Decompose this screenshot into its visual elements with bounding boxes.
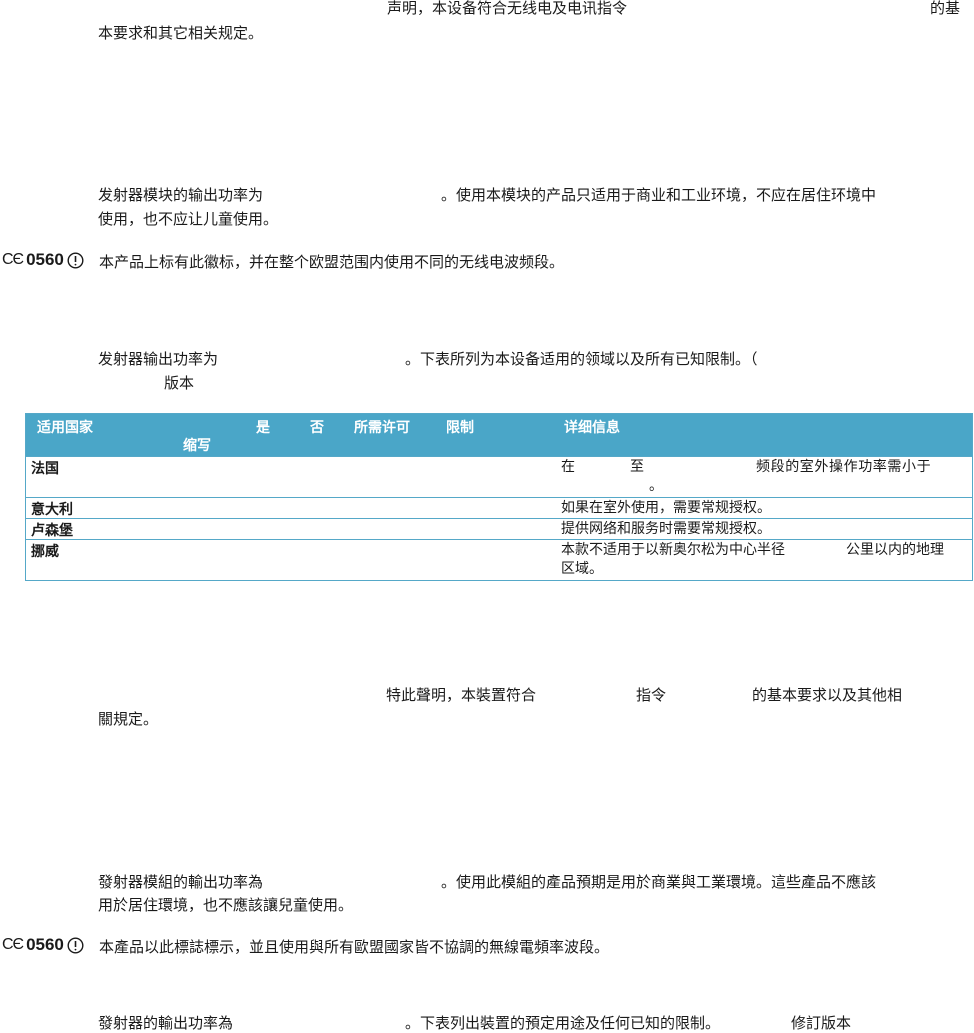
row-info: 在 至 频段的室外操作功率需小于 。 — [561, 458, 966, 496]
declaration-text-line2: 本要求和其它相关规定。 — [98, 24, 264, 42]
table-row: 挪威 本款不适用于以新奥尔松为中心半径 公里以内的地理 区域。 — [26, 539, 972, 580]
row-country: 挪威 — [31, 544, 59, 560]
power-text-cont: 。使用本模块的产品只适用于商业和工业环境，不应在居住环境中 — [441, 186, 877, 204]
table-intro-version: 修訂版本 — [791, 1014, 852, 1032]
ce-mark-icon: CЄ — [2, 251, 24, 268]
row-info: 提供网络和服务时需要常规授权。 — [561, 520, 966, 539]
row-country: 法国 — [31, 461, 59, 477]
header-abbr: 缩写 — [183, 438, 211, 454]
power-text-line2: 用於居住環境，也不應該讓兒童使用。 — [98, 896, 354, 914]
power-text-cont: 。使用此模組的產品預期是用於商業與工業環境。這些產品不應該 — [441, 873, 877, 891]
table-intro-cont: 。下表列出裝置的預定用途及任何已知的限制。 — [405, 1014, 721, 1032]
table-intro-cont: 。下表所列为本设备适用的领域以及所有已知限制。（ — [405, 350, 758, 368]
declaration-text: 声明，本设备符合无线电及电讯指令 — [387, 0, 628, 17]
row-country: 卢森堡 — [31, 523, 73, 539]
header-country: 适用国家 — [37, 420, 93, 436]
info-text: 如果在室外使用，需要常规授权。 — [561, 500, 771, 516]
ce-number: 0560 — [26, 935, 64, 954]
header-yes: 是 — [256, 420, 270, 436]
table-intro-line2: 版本 — [164, 374, 195, 392]
ce-description: 本产品上标有此徽标，并在整个欧盟范围内使用不同的无线电波频段。 — [99, 253, 565, 271]
restrictions-table: 适用国家 缩写 是 否 所需许可 限制 详细信息 法国 在 至 频段的室外操作功… — [25, 413, 973, 581]
table-row: 意大利 如果在室外使用，需要常规授权。 — [26, 497, 972, 518]
header-license: 所需许可 — [354, 420, 410, 436]
declaration-text-end: 的基 — [930, 0, 961, 17]
alert-circle-icon — [67, 936, 84, 954]
info-text: 在 — [561, 459, 575, 475]
power-text-line2: 使用，也不应让儿童使用。 — [98, 210, 279, 228]
ce-description: 本產品以此標誌標示，並且使用與所有歐盟國家皆不協調的無線電頻率波段。 — [99, 938, 610, 956]
declaration-text-line2: 關規定。 — [98, 710, 159, 728]
power-text: 發射器模組的輸出功率為 — [98, 873, 264, 891]
ce-marking: CЄ 0560 — [2, 935, 84, 955]
info-text: 公里以内的地理 — [846, 542, 944, 558]
table-intro: 发射器输出功率为 — [98, 350, 219, 368]
info-text: 本款不适用于以新奥尔松为中心半径 — [561, 542, 785, 558]
declaration-text-mid: 指令 — [636, 686, 667, 704]
info-text: 至 — [630, 459, 644, 475]
info-text: 提供网络和服务时需要常规授权。 — [561, 521, 771, 537]
info-text: 频段的室外操作功率需小于 — [756, 459, 932, 475]
info-text-line2: 区域。 — [561, 561, 603, 577]
row-info: 本款不适用于以新奥尔松为中心半径 公里以内的地理 区域。 — [561, 541, 966, 579]
row-info: 如果在室外使用，需要常规授权。 — [561, 499, 966, 518]
declaration-text-end: 的基本要求以及其他相 — [752, 686, 903, 704]
ce-marking: CЄ 0560 — [2, 250, 84, 270]
ce-mark-icon: CЄ — [2, 936, 24, 953]
table-header: 适用国家 缩写 是 否 所需许可 限制 详细信息 — [26, 414, 972, 456]
info-text-line2: 。 — [649, 478, 663, 494]
table-row: 法国 在 至 频段的室外操作功率需小于 。 — [26, 456, 972, 497]
power-text: 发射器模块的输出功率为 — [98, 186, 264, 204]
row-country: 意大利 — [31, 502, 73, 518]
table-row: 卢森堡 提供网络和服务时需要常规授权。 — [26, 518, 972, 539]
declaration-text: 特此聲明，本裝置符合 — [386, 686, 537, 704]
ce-number: 0560 — [26, 250, 64, 269]
alert-circle-icon — [67, 251, 84, 269]
header-details: 详细信息 — [564, 420, 620, 436]
table-intro: 發射器的輸出功率為 — [98, 1014, 234, 1032]
header-no: 否 — [310, 420, 324, 436]
header-limit: 限制 — [446, 420, 474, 436]
